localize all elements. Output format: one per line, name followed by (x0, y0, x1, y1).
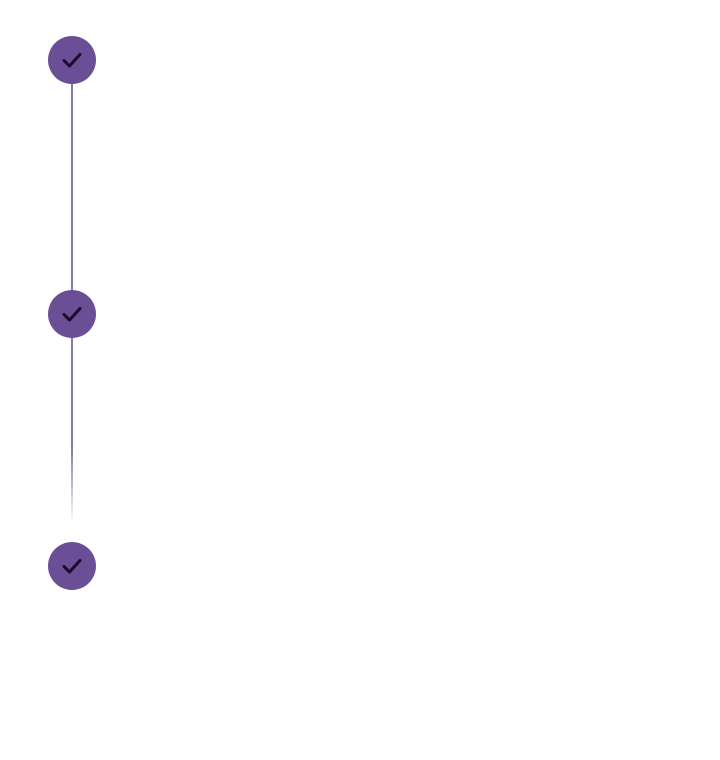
check-icon (59, 553, 85, 579)
step-connector (71, 84, 73, 290)
check-icon (59, 47, 85, 73)
check-icon (59, 301, 85, 327)
step-1-indicator (48, 36, 96, 84)
step-connector (71, 338, 73, 524)
step-2-indicator (48, 290, 96, 338)
step-3-indicator (48, 542, 96, 590)
vertical-stepper (0, 0, 720, 760)
